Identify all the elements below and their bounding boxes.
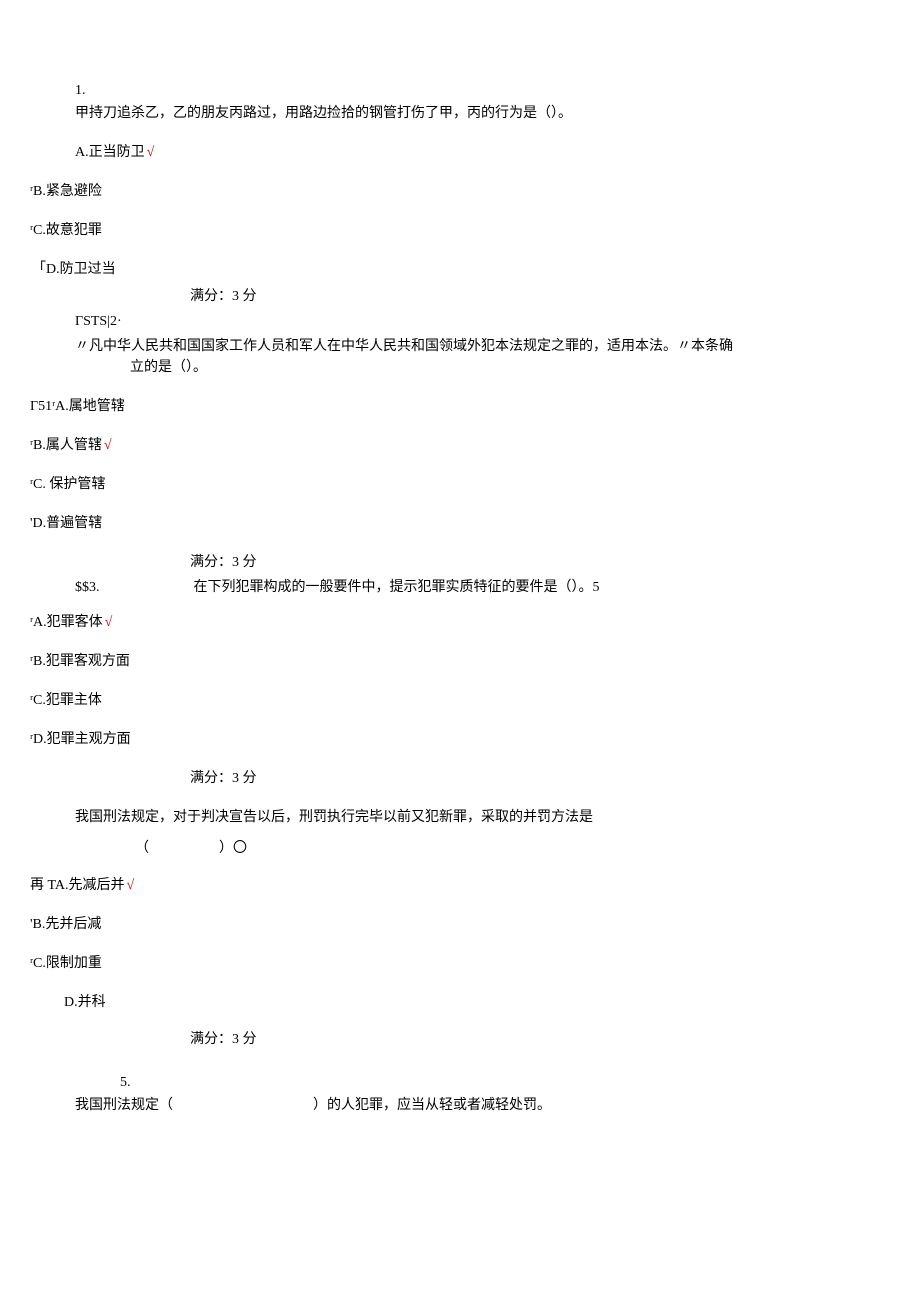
q3-a-prefix: ʳA.	[30, 615, 47, 630]
q3-d-text: 犯罪主观方面	[47, 732, 131, 747]
q4-score: 满分：3 分	[190, 1029, 890, 1050]
q4-c-prefix: ʳC.	[30, 956, 46, 971]
q1-d-prefix: 「D.	[32, 262, 60, 277]
q3-a-text: 犯罪客体	[47, 615, 103, 630]
q2-header-text: ΓSTS|2·	[75, 314, 122, 329]
q4-option-b: 'B.先并后减	[30, 914, 890, 935]
q3-option-c: ʳC.犯罪主体	[30, 690, 890, 711]
q3-b-text: 犯罪客观方面	[46, 654, 130, 669]
q3-c-text: 犯罪主体	[46, 693, 102, 708]
q1-option-d: 「D.防卫过当	[32, 259, 890, 280]
q4-option-d: D.并科	[64, 992, 890, 1013]
q1-d-text: 防卫过当	[60, 262, 116, 277]
q2-b-text: 属人管辖	[46, 438, 102, 453]
q5-stem: 我国刑法规定（ ）的人犯罪，应当从轻或者减轻处罚。	[75, 1095, 890, 1116]
q2-option-c: ʳC. 保护管辖	[30, 474, 890, 495]
q4-a-text: 先减后并	[69, 878, 125, 893]
q4-d-text: 并科	[78, 995, 106, 1010]
q2-score: 满分：3 分	[190, 552, 890, 573]
q2-c-text: 保护管辖	[49, 477, 105, 492]
q2-stem-line1: 〃凡中华人民共和国国家工作人员和军人在中华人民共和国领域外犯本法规定之罪的，适用…	[75, 336, 850, 357]
q3-a-tick: √	[105, 615, 113, 630]
q4-d-prefix: D.	[64, 995, 78, 1010]
q1-a-text: 正当防卫	[89, 145, 145, 160]
q1-c-prefix: ʳC.	[30, 223, 46, 238]
q2-header: ΓSTS|2·	[75, 311, 890, 332]
q2-option-b: ʳB.属人管辖√	[30, 435, 890, 456]
q4-a-prefix: 再 TA.	[30, 878, 69, 893]
q1-a-tick: √	[147, 145, 155, 160]
q2-d-prefix: 'D.	[30, 516, 46, 531]
q3-b-prefix: ʳB.	[30, 654, 46, 669]
q2-d-text: 普遍管辖	[46, 516, 102, 531]
q1-a-prefix: A.	[75, 145, 89, 160]
q4-c-text: 限制加重	[46, 956, 102, 971]
q4-option-c: ʳC.限制加重	[30, 953, 890, 974]
q2-option-a: Γ51ʳA.属地管辖	[30, 396, 890, 417]
q3-row: $$3. 在下列犯罪构成的一般要件中，提示犯罪实质特征的要件是（）。5	[75, 577, 890, 598]
q2-stem-line2: 立的是（）。	[130, 357, 850, 378]
q3-stem: 在下列犯罪构成的一般要件中，提示犯罪实质特征的要件是（）。5	[194, 577, 600, 598]
q3-option-a: ʳA.犯罪客体√	[30, 612, 890, 633]
q3-option-d: ʳD.犯罪主观方面	[30, 729, 890, 750]
q1-c-text: 故意犯罪	[46, 223, 102, 238]
q3-d-prefix: ʳD.	[30, 732, 47, 747]
q3-score: 满分：3 分	[190, 768, 890, 789]
q1-score: 满分：3 分	[190, 286, 890, 307]
q1-option-b: ʳB.紧急避险	[30, 181, 890, 202]
q3-option-b: ʳB.犯罪客观方面	[30, 651, 890, 672]
q5-number: 5.	[120, 1072, 890, 1093]
q2-a-prefix: Γ51ʳA.	[30, 399, 69, 414]
q1-b-prefix: ʳB.	[30, 184, 46, 199]
q3-c-prefix: ʳC.	[30, 693, 46, 708]
q2-b-prefix: ʳB.	[30, 438, 46, 453]
q4-b-text: 先并后减	[45, 917, 101, 932]
q1-option-a: A.正当防卫√	[75, 142, 890, 163]
q2-option-d: 'D.普遍管辖	[30, 513, 890, 534]
q4-a-tick: √	[127, 878, 135, 893]
q1-stem: 甲持刀追杀乙，乙的朋友丙路过，用路边捡拾的钢管打伤了甲，丙的行为是（）。	[75, 103, 850, 124]
q2-b-tick: √	[104, 438, 112, 453]
q2-a-text: 属地管辖	[69, 399, 125, 414]
q3-marker: $$3.	[75, 577, 190, 598]
q4-stem: 我国刑法规定，对于判决宣告以后，刑罚执行完毕以前又犯新罪，采取的并罚方法是	[75, 807, 890, 828]
q4-paren: （ ）〇	[135, 838, 890, 859]
q1-number: 1.	[75, 80, 890, 101]
q1-option-c: ʳC.故意犯罪	[30, 220, 890, 241]
q4-b-prefix: 'B.	[30, 917, 45, 932]
q2-c-prefix: ʳC.	[30, 477, 49, 492]
q2-stem: 〃凡中华人民共和国国家工作人员和军人在中华人民共和国领域外犯本法规定之罪的，适用…	[75, 336, 850, 378]
q4-option-a: 再 TA.先减后并√	[30, 875, 890, 896]
q1-b-text: 紧急避险	[46, 184, 102, 199]
